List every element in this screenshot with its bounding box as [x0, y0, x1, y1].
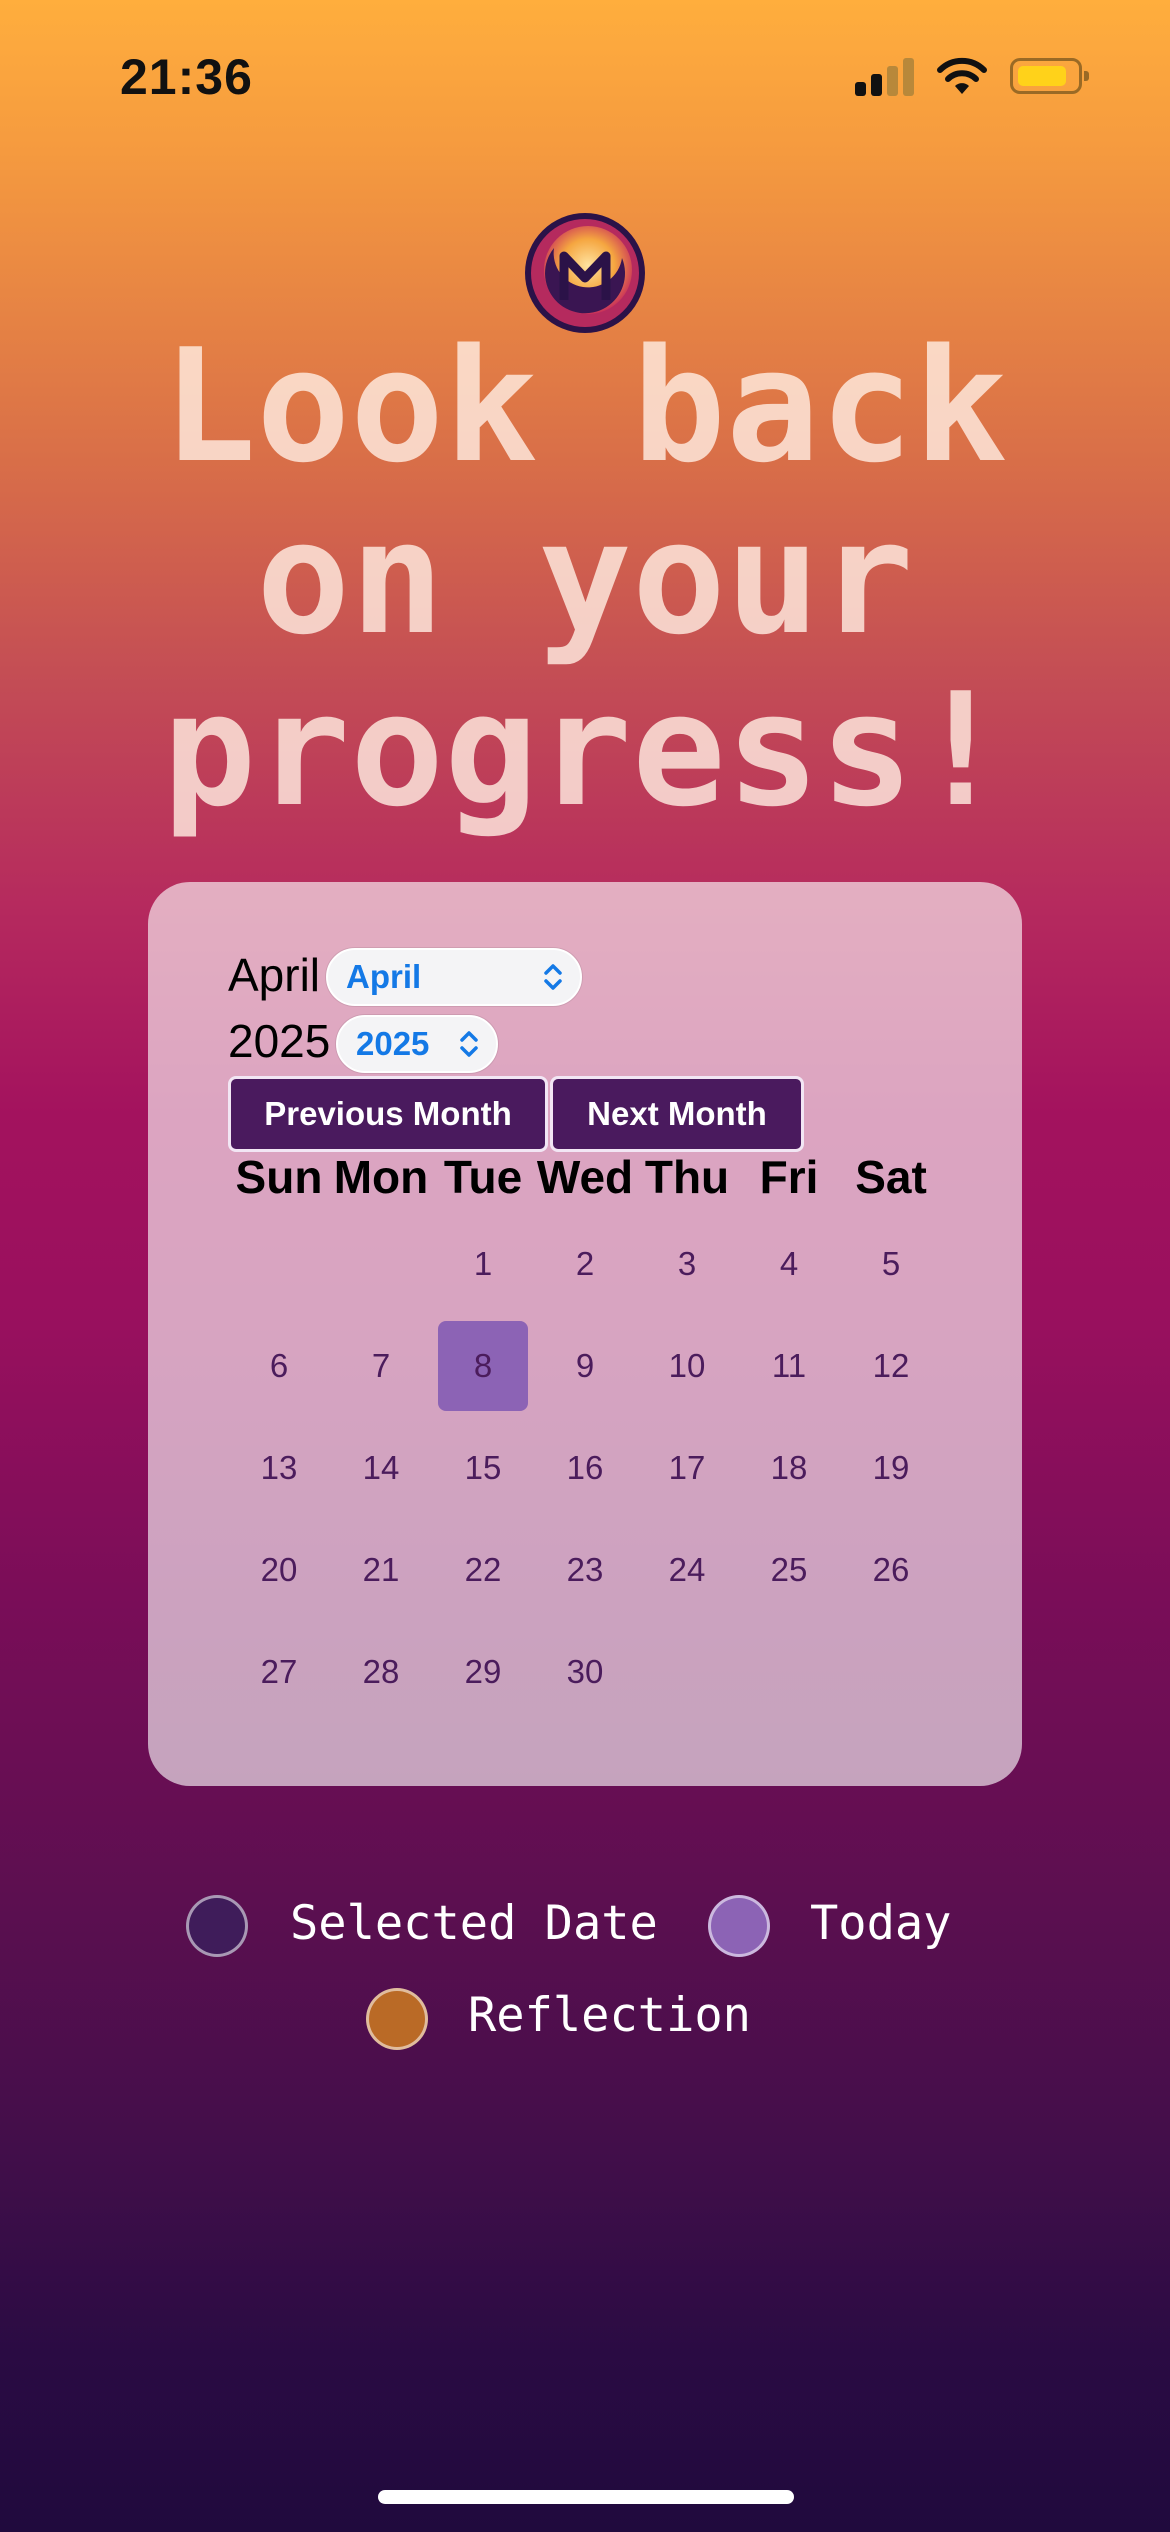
weekday-sun: Sun [235, 1151, 323, 1203]
calendar-day[interactable]: 20 [234, 1525, 324, 1615]
calendar-day[interactable]: 26 [846, 1525, 936, 1615]
calendar-day[interactable]: 11 [744, 1321, 834, 1411]
weekday-tue: Tue [443, 1151, 523, 1203]
calendar-day[interactable]: 3 [642, 1219, 732, 1309]
headline: Look back on your progress! [0, 320, 1170, 836]
calendar-day[interactable]: 22 [438, 1525, 528, 1615]
legend-today-label: Today [810, 1896, 952, 1951]
calendar-day[interactable]: 30 [540, 1627, 630, 1717]
calendar-day[interactable]: 19 [846, 1423, 936, 1513]
calendar-day[interactable]: 7 [336, 1321, 426, 1411]
calendar-card: April April 2025 2025 Previous Month Nex… [148, 882, 1022, 1786]
calendar-day[interactable]: 6 [234, 1321, 324, 1411]
previous-month-button[interactable]: Previous Month [228, 1076, 548, 1152]
weekday-mon: Mon [333, 1151, 429, 1203]
weekday-sat: Sat [855, 1151, 927, 1203]
calendar-day[interactable]: 4 [744, 1219, 834, 1309]
calendar-day[interactable]: 10 [642, 1321, 732, 1411]
today-swatch [708, 1895, 770, 1957]
cellular-signal-icon [855, 56, 917, 96]
calendar-day[interactable]: 23 [540, 1525, 630, 1615]
year-label: 2025 [228, 1015, 331, 1067]
wifi-icon [937, 57, 987, 94]
weekday-fri: Fri [759, 1151, 819, 1203]
calendar-day[interactable]: 25 [744, 1525, 834, 1615]
headline-line-1: Look back [162, 315, 1008, 497]
calendar-day[interactable]: 28 [336, 1627, 426, 1717]
calendar-day[interactable]: 9 [540, 1321, 630, 1411]
month-label: April [228, 949, 321, 1001]
calendar-day[interactable]: 13 [234, 1423, 324, 1513]
year-select[interactable]: 2025 [336, 1015, 498, 1073]
calendar-day-today[interactable]: 8 [438, 1321, 528, 1411]
calendar-day[interactable]: 27 [234, 1627, 324, 1717]
weekday-thu: Thu [644, 1151, 730, 1203]
calendar-day[interactable]: 24 [642, 1525, 732, 1615]
calendar-day[interactable]: 21 [336, 1525, 426, 1615]
headline-line-3: progress! [162, 659, 1008, 841]
chevron-up-down-icon [460, 1031, 478, 1057]
calendar-day[interactable]: 2 [540, 1219, 630, 1309]
headline-line-2: on your [256, 487, 914, 669]
calendar-day[interactable]: 16 [540, 1423, 630, 1513]
next-month-button[interactable]: Next Month [550, 1076, 804, 1152]
calendar-day[interactable]: 12 [846, 1321, 936, 1411]
home-indicator[interactable] [378, 2490, 794, 2504]
calendar-day[interactable]: 1 [438, 1219, 528, 1309]
calendar-day[interactable]: 5 [846, 1219, 936, 1309]
legend-reflection-label: Reflection [468, 1988, 751, 2043]
reflection-swatch [366, 1988, 428, 2050]
calendar-day[interactable]: 29 [438, 1627, 528, 1717]
month-select[interactable]: April [326, 948, 582, 1006]
chevron-up-down-icon [544, 964, 562, 990]
legend-selected-label: Selected Date [290, 1896, 658, 1951]
calendar-day[interactable]: 15 [438, 1423, 528, 1513]
battery-icon [1010, 58, 1089, 94]
year-select-value: 2025 [356, 1025, 430, 1062]
month-select-value: April [346, 958, 422, 995]
status-bar: 21:36 [0, 0, 1170, 150]
selected-date-swatch [186, 1895, 248, 1957]
status-time: 21:36 [120, 49, 253, 105]
calendar-day[interactable]: 18 [744, 1423, 834, 1513]
calendar-day[interactable]: 14 [336, 1423, 426, 1513]
calendar-day[interactable]: 17 [642, 1423, 732, 1513]
weekday-wed: Wed [536, 1151, 634, 1203]
